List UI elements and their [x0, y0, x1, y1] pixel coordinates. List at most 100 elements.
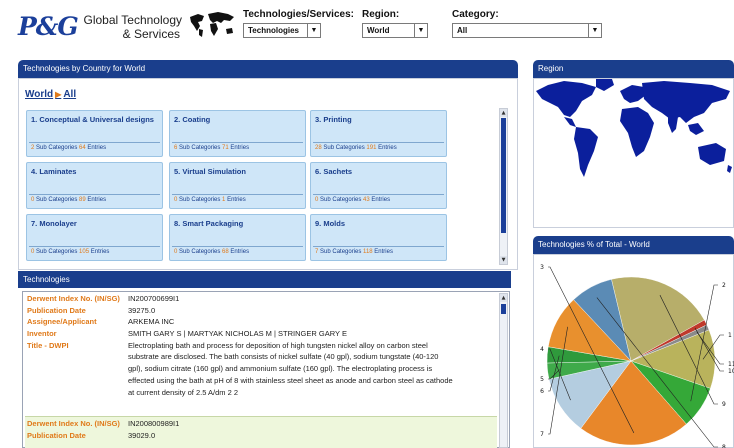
category-title[interactable]: 2. Coating — [174, 115, 301, 125]
technologies-scrollbar[interactable]: ▲ — [499, 293, 508, 448]
technology-record[interactable]: Derwent Index No. (IN/SG) IN200800989I1 P… — [25, 418, 497, 444]
category-title[interactable]: 7. Monolayer — [31, 219, 158, 229]
category-title[interactable]: 4. Laminates — [31, 167, 158, 177]
map-australia[interactable] — [698, 143, 726, 165]
category-title[interactable]: 1. Conceptual & Universal designs — [31, 115, 158, 125]
entries-label: Entries — [230, 249, 250, 255]
map-europe[interactable] — [620, 85, 646, 103]
sub-label: Sub Categories — [36, 249, 78, 255]
technologies-select[interactable]: Technologies ▼ — [243, 23, 321, 38]
technologies-title: Technologies — [23, 275, 70, 284]
map-southeast-asia[interactable] — [688, 123, 704, 135]
breadcrumb-world[interactable]: World — [25, 89, 53, 100]
tech-panel-header: Technologies by Country for World — [18, 60, 518, 78]
entries-count: 118 — [363, 249, 373, 255]
category-title[interactable]: 8. Smart Packaging — [174, 219, 301, 229]
brand-title: Global Technology & Services — [80, 13, 182, 41]
brand-line-1: Global Technology — [83, 13, 182, 27]
title-description: Electroplating bath and process for depo… — [128, 340, 491, 399]
breadcrumb-arrow-icon: ▶ — [55, 90, 62, 99]
sub-label: Sub Categories — [323, 145, 365, 151]
app-header: P&G Global Technology & Services Technol… — [0, 0, 734, 52]
scroll-up-icon[interactable]: ▲ — [500, 109, 507, 117]
category-card[interactable]: 8. Smart Packaging 0 Sub Categories 68 En… — [169, 214, 306, 261]
category-meta: 0 Sub Categories 43 Entries — [315, 197, 390, 203]
pie-label: 9 — [722, 401, 726, 408]
region-select[interactable]: World ▼ — [362, 23, 428, 38]
map-india[interactable] — [668, 117, 678, 133]
sub-label: Sub Categories — [179, 145, 221, 151]
map-south-america[interactable] — [574, 127, 598, 177]
description-line: gpl), sodium citrate (160 gpl) and ammon… — [128, 364, 433, 374]
world-map[interactable] — [534, 77, 734, 187]
category-card[interactable]: 2. Coating 6 Sub Categories 71 Entries — [169, 110, 306, 157]
category-title[interactable]: 3. Printing — [315, 115, 442, 125]
entries-label: Entries — [87, 145, 107, 151]
category-card[interactable]: 5. Virtual Simulation 0 Sub Categories 1 … — [169, 162, 306, 209]
card-divider — [29, 142, 160, 143]
map-new-zealand[interactable] — [727, 165, 732, 173]
category-card[interactable]: 3. Printing 28 Sub Categories 191 Entries — [310, 110, 447, 157]
filter-label: Technologies/Services: — [243, 9, 354, 20]
category-meta: 6 Sub Categories 71 Entries — [174, 145, 249, 151]
chevron-down-icon[interactable]: ▼ — [588, 24, 601, 37]
pie-label: 1 — [728, 332, 732, 339]
card-divider — [29, 246, 160, 247]
sub-count: 0 — [174, 249, 178, 255]
sub-count: 2 — [31, 145, 35, 151]
category-title[interactable]: 5. Virtual Simulation — [174, 167, 301, 177]
entries-label: Entries — [378, 145, 397, 151]
technologies-header: Technologies — [18, 271, 511, 288]
entries-count: 71 — [222, 145, 229, 151]
map-greenland[interactable] — [596, 79, 614, 91]
category-meta: 0 Sub Categories 89 Entries — [31, 197, 106, 203]
category-title[interactable]: 9. Molds — [315, 219, 442, 229]
chevron-down-icon[interactable]: ▼ — [414, 24, 427, 37]
scrollbar-thumb[interactable] — [501, 118, 506, 233]
category-card[interactable]: 7. Monolayer 0 Sub Categories 105 Entries — [26, 214, 163, 261]
category-card[interactable]: 9. Molds 7 Sub Categories 118 Entries — [310, 214, 447, 261]
entries-label: Entries — [374, 249, 393, 255]
pie-label: 4 — [540, 346, 544, 353]
scroll-down-icon[interactable]: ▼ — [500, 256, 507, 264]
chevron-down-icon[interactable]: ▼ — [307, 24, 320, 37]
entries-label: Entries — [227, 197, 246, 203]
category-scrollbar[interactable]: ▲ ▼ — [499, 108, 508, 265]
brand-line-2: & Services — [122, 27, 180, 41]
field-key: Assignee/Applicant — [27, 317, 97, 327]
pie-label: 2 — [722, 282, 726, 289]
pie-label: 7 — [540, 431, 544, 438]
field-value: SMITH GARY S | MARTYAK NICHOLAS M | STRI… — [128, 329, 347, 339]
card-divider — [313, 142, 444, 143]
map-asia[interactable] — [642, 81, 730, 123]
map-central-america[interactable] — [564, 117, 576, 127]
field-value: 39275.0 — [128, 305, 156, 315]
sub-label: Sub Categories — [36, 145, 78, 151]
card-divider — [172, 142, 303, 143]
card-divider — [29, 194, 160, 195]
filter-label: Region: — [362, 9, 400, 20]
map-africa[interactable] — [620, 107, 654, 157]
sub-label: Sub Categories — [36, 197, 78, 203]
field-key: Derwent Index No. (IN/SG) — [27, 294, 120, 303]
pg-logo[interactable]: P&G — [18, 12, 79, 41]
map-north-america[interactable] — [536, 81, 596, 117]
category-select[interactable]: All ▼ — [452, 23, 602, 38]
category-card[interactable]: 1. Conceptual & Universal designs 2 Sub C… — [26, 110, 163, 157]
category-card[interactable]: 6. Sachets 0 Sub Categories 43 Entries — [310, 162, 447, 209]
entries-label: Entries — [371, 197, 391, 203]
breadcrumb-all[interactable]: All — [63, 89, 76, 100]
scrollbar-thumb[interactable] — [501, 304, 506, 314]
technology-record[interactable]: Derwent Index No. (IN/SG) IN200700699I1 P… — [25, 293, 497, 411]
entries-count: 191 — [366, 145, 377, 151]
scroll-up-icon[interactable]: ▲ — [500, 294, 507, 302]
category-meta: 0 Sub Categories 105 Entries — [31, 249, 109, 255]
category-card[interactable]: 4. Laminates 0 Sub Categories 89 Entries — [26, 162, 163, 209]
category-title[interactable]: 6. Sachets — [315, 167, 442, 177]
entries-count: 68 — [222, 249, 229, 255]
entries-count: 64 — [79, 145, 86, 151]
world-map-icon — [190, 12, 234, 37]
card-divider — [172, 194, 303, 195]
pie-label: 6 — [540, 388, 544, 395]
sub-label: Sub Categories — [179, 249, 221, 255]
